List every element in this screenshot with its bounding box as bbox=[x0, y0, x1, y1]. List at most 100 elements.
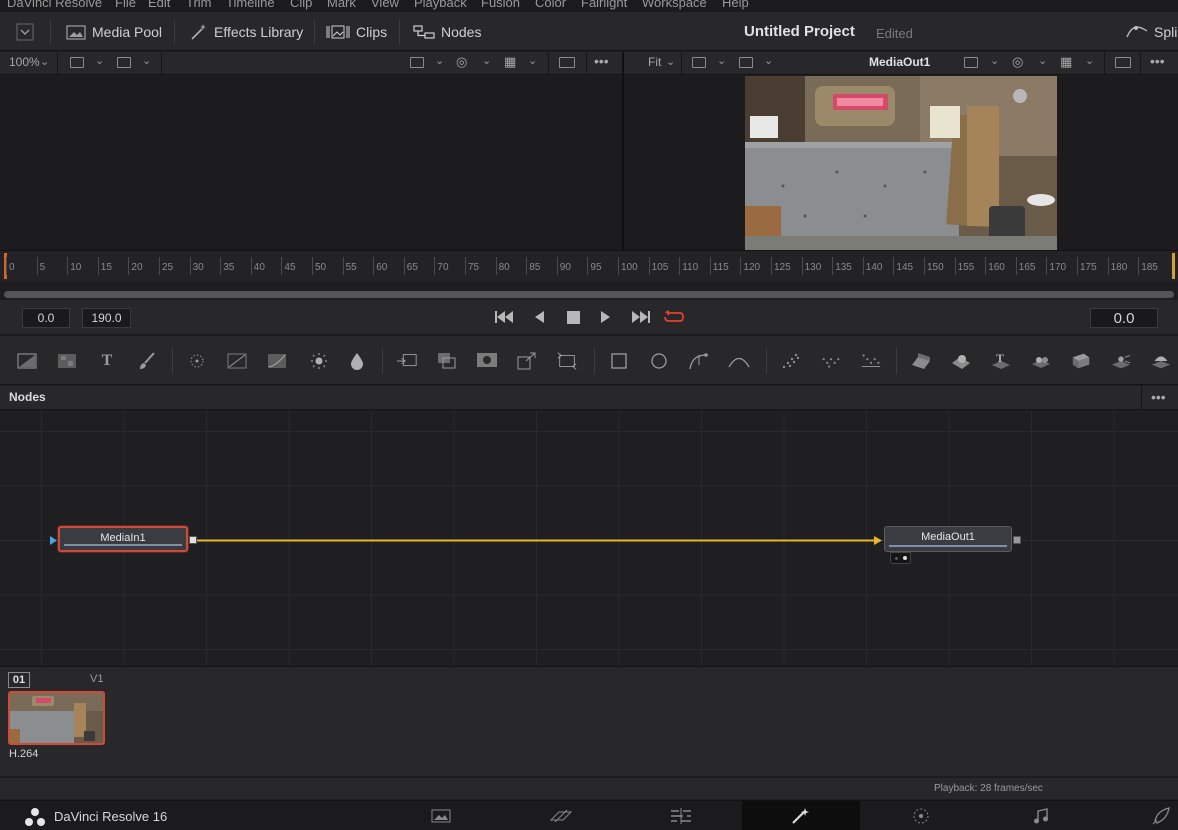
menu-davinci-resolve[interactable]: DaVinci Resolve bbox=[7, 0, 102, 10]
menu-help[interactable]: Help bbox=[722, 0, 749, 10]
chevron-down-icon[interactable]: ⌄ bbox=[435, 54, 444, 67]
color-channel-icon[interactable]: ◎ bbox=[456, 54, 467, 70]
mediain1-output-port[interactable] bbox=[189, 536, 197, 544]
go-to-start-button[interactable] bbox=[494, 308, 516, 326]
shape-3d-sphere-icon[interactable] bbox=[950, 350, 972, 372]
grid-icon[interactable]: ▦ bbox=[504, 54, 516, 70]
fullscreen-icon[interactable] bbox=[559, 57, 575, 68]
left-viewer-zoom[interactable]: 100% bbox=[9, 55, 40, 69]
color-channel-icon[interactable]: ◎ bbox=[1012, 54, 1023, 70]
merge-tool-icon[interactable] bbox=[396, 350, 418, 372]
deliver-page-button[interactable] bbox=[1102, 801, 1178, 830]
fullscreen-icon[interactable] bbox=[1115, 57, 1131, 68]
left-viewer[interactable] bbox=[0, 76, 622, 250]
chevron-down-icon[interactable]: ⌄ bbox=[482, 54, 491, 67]
color-curves-tool-icon[interactable] bbox=[266, 350, 288, 372]
roi-icon[interactable] bbox=[964, 57, 978, 68]
clip-thumbnail[interactable] bbox=[8, 691, 105, 745]
fast-noise-tool-icon[interactable] bbox=[56, 350, 78, 372]
chevron-down-icon[interactable]: ⌄ bbox=[666, 55, 675, 68]
nodes-button[interactable]: Nodes bbox=[413, 19, 481, 45]
workspace-toggle-button[interactable] bbox=[16, 19, 34, 45]
menu-trim[interactable]: Trim bbox=[186, 0, 212, 10]
polygon-mask-icon[interactable] bbox=[688, 350, 710, 372]
chevron-down-icon[interactable]: ⌄ bbox=[40, 55, 49, 68]
media-page-button[interactable] bbox=[382, 801, 500, 830]
renderer-3d-icon[interactable] bbox=[1150, 350, 1172, 372]
more-options-icon[interactable]: ••• bbox=[594, 53, 609, 69]
spline-button[interactable]: Splin bbox=[1126, 19, 1178, 45]
viewer-indicator[interactable] bbox=[890, 552, 911, 564]
camera-3d-icon[interactable] bbox=[1070, 350, 1092, 372]
clips-button[interactable]: Clips bbox=[326, 19, 387, 45]
chevron-down-icon[interactable]: ⌄ bbox=[528, 54, 537, 67]
bspline-mask-icon[interactable] bbox=[728, 350, 750, 372]
particle-emitter-icon[interactable] bbox=[780, 350, 802, 372]
particle-render-icon[interactable] bbox=[820, 350, 842, 372]
color-correct-tool-icon[interactable] bbox=[226, 350, 248, 372]
text-tool-icon[interactable]: T bbox=[96, 350, 118, 372]
text-3d-icon[interactable]: T bbox=[990, 350, 1012, 372]
light-3d-icon[interactable] bbox=[1110, 350, 1132, 372]
transform-tool-icon[interactable] bbox=[556, 350, 578, 372]
shape-3d-icon[interactable] bbox=[910, 350, 932, 372]
stop-button[interactable] bbox=[562, 308, 584, 326]
viewer-mode-icon[interactable] bbox=[739, 57, 753, 68]
timeline-scrollbar[interactable] bbox=[4, 291, 1174, 298]
menu-clip[interactable]: Clip bbox=[290, 0, 312, 10]
mediaout1-node[interactable]: MediaOut1 bbox=[884, 526, 1012, 552]
chevron-down-icon[interactable]: ⌄ bbox=[764, 54, 773, 67]
menu-fairlight[interactable]: Fairlight bbox=[581, 0, 627, 10]
chevron-down-icon[interactable]: ⌄ bbox=[95, 54, 104, 67]
chevron-down-icon[interactable]: ⌄ bbox=[1085, 54, 1094, 67]
node-editor-canvas[interactable]: MediaIn1 MediaOut1 bbox=[0, 411, 1178, 665]
color-drop-tool-icon[interactable] bbox=[346, 350, 368, 372]
resize-tool-icon[interactable] bbox=[516, 350, 538, 372]
global-end-field[interactable]: 190.0 bbox=[82, 308, 131, 328]
menu-color[interactable]: Color bbox=[535, 0, 566, 10]
current-time-field[interactable]: 0.0 bbox=[1090, 308, 1158, 328]
chevron-down-icon[interactable]: ⌄ bbox=[990, 54, 999, 67]
menu-file[interactable]: File bbox=[115, 0, 136, 10]
menu-fusion[interactable]: Fusion bbox=[481, 0, 520, 10]
mediain1-node[interactable]: MediaIn1 bbox=[58, 526, 188, 552]
right-viewer-zoom[interactable]: Fit bbox=[648, 55, 661, 69]
more-options-icon[interactable]: ••• bbox=[1151, 389, 1166, 405]
time-ruler[interactable]: 0 5 10 15 20 25 30 35 40 45 50 55 60 65 70 75 80 85 90 95 10… bbox=[0, 250, 1178, 282]
merge-3d-icon[interactable] bbox=[1030, 350, 1052, 372]
brightness-contrast-tool-icon[interactable] bbox=[308, 350, 330, 372]
channel-booleans-tool-icon[interactable] bbox=[436, 350, 458, 372]
more-options-icon[interactable]: ••• bbox=[1150, 53, 1165, 69]
go-to-end-button[interactable] bbox=[629, 308, 651, 326]
background-tool-icon[interactable] bbox=[16, 350, 38, 372]
viewer-mode-icon[interactable] bbox=[117, 57, 131, 68]
menu-view[interactable]: View bbox=[371, 0, 399, 10]
right-viewer[interactable] bbox=[624, 76, 1178, 250]
loop-button[interactable] bbox=[663, 308, 685, 326]
split-view-icon[interactable] bbox=[70, 57, 84, 68]
effects-library-button[interactable]: Effects Library bbox=[190, 19, 303, 45]
paint-tool-icon[interactable] bbox=[136, 350, 158, 372]
mediaout1-output-port[interactable] bbox=[1013, 536, 1021, 544]
rectangle-mask-icon[interactable] bbox=[608, 350, 630, 372]
render-end-marker[interactable] bbox=[1172, 253, 1175, 279]
roi-icon[interactable] bbox=[410, 57, 424, 68]
menu-mark[interactable]: Mark bbox=[327, 0, 356, 10]
chevron-down-icon[interactable]: ⌄ bbox=[1038, 54, 1047, 67]
matte-control-tool-icon[interactable] bbox=[476, 350, 498, 372]
menu-workspace[interactable]: Workspace bbox=[642, 0, 707, 10]
edit-page-button[interactable] bbox=[622, 801, 740, 830]
media-pool-button[interactable]: Media Pool bbox=[66, 19, 162, 45]
grid-icon[interactable]: ▦ bbox=[1060, 54, 1072, 70]
color-page-button[interactable] bbox=[862, 801, 980, 830]
chevron-down-icon[interactable]: ⌄ bbox=[142, 54, 151, 67]
play-reverse-button[interactable] bbox=[528, 308, 550, 326]
global-start-field[interactable]: 0.0 bbox=[22, 308, 70, 328]
fairlight-page-button[interactable] bbox=[982, 801, 1100, 830]
cut-page-button[interactable] bbox=[502, 801, 620, 830]
menu-timeline[interactable]: Timeline bbox=[226, 0, 275, 10]
particle-bounce-icon[interactable] bbox=[860, 350, 882, 372]
blur-tool-icon[interactable] bbox=[186, 350, 208, 372]
menu-edit[interactable]: Edit bbox=[148, 0, 170, 10]
play-button[interactable] bbox=[595, 308, 617, 326]
